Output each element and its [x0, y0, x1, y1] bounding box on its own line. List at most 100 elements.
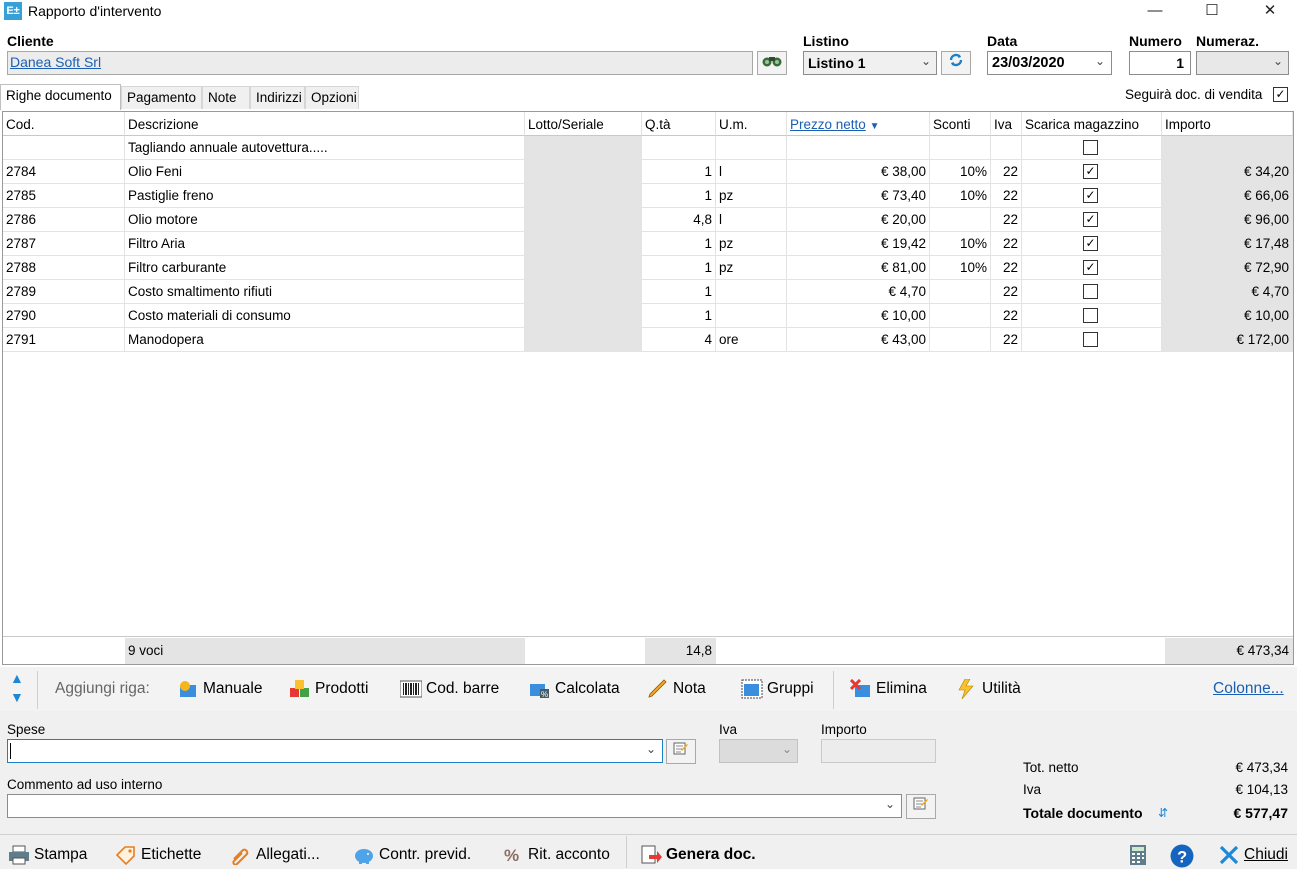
cell-sconti[interactable] — [930, 208, 991, 231]
cell-descr[interactable]: Manodopera — [125, 328, 525, 351]
arrow-up-icon[interactable]: ▲ — [10, 671, 24, 686]
cell-descr[interactable]: Pastiglie freno — [125, 184, 525, 207]
seguira-checkbox[interactable]: ✓ — [1273, 87, 1288, 102]
cell-importo[interactable]: € 34,20 — [1162, 160, 1293, 183]
table-row[interactable]: 2789 Costo smaltimento rifiuti 1 € 4,70 22 € … — [3, 280, 1293, 304]
cell-sconti[interactable] — [930, 328, 991, 351]
table-row[interactable]: 2786 Olio motore 4,8 l € 20,00 22 ✓ € 96,00 — [3, 208, 1293, 232]
recalc-icon[interactable]: ⇵ — [1158, 806, 1168, 820]
cell-iva[interactable] — [991, 136, 1022, 159]
cell-descr[interactable]: Olio motore — [125, 208, 525, 231]
cell-lotto[interactable] — [525, 184, 642, 207]
table-row[interactable]: 2788 Filtro carburante 1 pz € 81,00 10% 22 ✓ € 7… — [3, 256, 1293, 280]
genera-doc-button[interactable]: Genera doc. — [640, 844, 756, 866]
cell-um[interactable] — [716, 304, 787, 327]
table-row[interactable]: 2791 Manodopera 4 ore € 43,00 22 € 172,00 — [3, 328, 1293, 352]
spese-edit-button[interactable] — [666, 739, 696, 764]
cell-cod[interactable]: 2791 — [3, 328, 125, 351]
cell-qta[interactable]: 1 — [642, 232, 716, 255]
cell-descr[interactable]: Filtro carburante — [125, 256, 525, 279]
numeraz-select[interactable]: ⌄ — [1196, 51, 1289, 75]
elimina-button[interactable]: Elimina — [850, 676, 927, 702]
cell-descr[interactable]: Costo smaltimento rifiuti — [125, 280, 525, 303]
cell-lotto[interactable] — [525, 160, 642, 183]
cell-lotto[interactable] — [525, 256, 642, 279]
cell-qta[interactable]: 1 — [642, 256, 716, 279]
cell-cod[interactable]: 2788 — [3, 256, 125, 279]
cell-lotto[interactable] — [525, 136, 642, 159]
manuale-button[interactable]: Manuale — [177, 676, 262, 702]
utilita-button[interactable]: Utilità — [956, 676, 1021, 702]
cell-scarica[interactable]: ✓ — [1022, 232, 1162, 255]
calcolata-button[interactable]: % Calcolata — [529, 676, 620, 702]
cell-qta[interactable]: 1 — [642, 304, 716, 327]
cell-iva[interactable]: 22 — [991, 208, 1022, 231]
cell-prezzo[interactable]: € 38,00 — [787, 160, 930, 183]
listino-select[interactable]: Listino 1 ⌄ — [803, 51, 937, 75]
cell-sconti[interactable]: 10% — [930, 184, 991, 207]
cell-qta[interactable]: 4,8 — [642, 208, 716, 231]
prodotti-button[interactable]: Prodotti — [289, 676, 368, 702]
importo-spese-field[interactable] — [821, 739, 936, 763]
cell-lotto[interactable] — [525, 304, 642, 327]
tab-note[interactable]: Note — [202, 86, 250, 109]
cell-prezzo[interactable]: € 43,00 — [787, 328, 930, 351]
cod-barre-button[interactable]: Cod. barre — [400, 676, 499, 702]
cell-iva[interactable]: 22 — [991, 280, 1022, 303]
cell-prezzo[interactable] — [787, 136, 930, 159]
close-window-button[interactable]: ✕ — [1247, 0, 1293, 22]
cell-sconti[interactable] — [930, 136, 991, 159]
cell-scarica[interactable] — [1022, 280, 1162, 303]
cell-cod[interactable] — [3, 136, 125, 159]
cell-um[interactable]: l — [716, 208, 787, 231]
iva-spese-select[interactable]: ⌄ — [719, 739, 798, 763]
col-header-um[interactable]: U.m. — [716, 112, 787, 136]
cell-descr[interactable]: Filtro Aria — [125, 232, 525, 255]
rit-acconto-button[interactable]: % Rit. acconto — [502, 844, 610, 866]
cell-iva[interactable]: 22 — [991, 328, 1022, 351]
tab-pagamento[interactable]: Pagamento — [121, 86, 202, 109]
scarica-magazzino-checkbox[interactable]: ✓ — [1083, 236, 1098, 251]
col-header-iva[interactable]: Iva — [991, 112, 1022, 136]
cell-qta[interactable]: 1 — [642, 160, 716, 183]
colonne-link[interactable]: Colonne... — [1213, 676, 1284, 702]
cell-qta[interactable]: 1 — [642, 184, 716, 207]
cell-lotto[interactable] — [525, 232, 642, 255]
cell-descr[interactable]: Costo materiali di consumo — [125, 304, 525, 327]
cell-iva[interactable]: 22 — [991, 184, 1022, 207]
tab-opzioni[interactable]: Opzioni — [305, 86, 359, 109]
spese-input[interactable]: ⌄ — [7, 739, 663, 763]
cell-importo[interactable]: € 4,70 — [1162, 280, 1293, 303]
help-button[interactable]: ? — [1170, 844, 1198, 868]
allegati-button[interactable]: Allegati... — [230, 844, 320, 866]
cell-scarica[interactable] — [1022, 136, 1162, 159]
cell-scarica[interactable]: ✓ — [1022, 160, 1162, 183]
numero-field[interactable]: 1 — [1129, 51, 1191, 75]
cliente-field[interactable] — [7, 51, 753, 75]
cell-importo[interactable]: € 17,48 — [1162, 232, 1293, 255]
col-header-descrizione[interactable]: Descrizione — [125, 112, 525, 136]
move-row-buttons[interactable]: ▲ ▼ — [10, 671, 24, 705]
cell-sconti[interactable] — [930, 280, 991, 303]
cell-lotto[interactable] — [525, 208, 642, 231]
cell-importo[interactable]: € 10,00 — [1162, 304, 1293, 327]
cell-scarica[interactable]: ✓ — [1022, 256, 1162, 279]
nota-button[interactable]: Nota — [647, 676, 706, 702]
cell-prezzo[interactable]: € 20,00 — [787, 208, 930, 231]
cell-importo[interactable]: € 66,06 — [1162, 184, 1293, 207]
commento-input[interactable]: ⌄ — [7, 794, 902, 818]
cell-scarica[interactable] — [1022, 328, 1162, 351]
cliente-link[interactable]: Danea Soft Srl — [10, 54, 101, 70]
scarica-magazzino-checkbox[interactable]: ✓ — [1083, 260, 1098, 275]
cell-importo[interactable]: € 72,90 — [1162, 256, 1293, 279]
cell-um[interactable] — [716, 280, 787, 303]
scarica-magazzino-checkbox[interactable]: ✓ — [1083, 188, 1098, 203]
cell-um[interactable]: l — [716, 160, 787, 183]
search-cliente-button[interactable] — [757, 51, 787, 75]
cell-descr[interactable]: Olio Feni — [125, 160, 525, 183]
table-row[interactable]: 2790 Costo materiali di consumo 1 € 10,00 22… — [3, 304, 1293, 328]
cell-cod[interactable]: 2784 — [3, 160, 125, 183]
cell-iva[interactable]: 22 — [991, 304, 1022, 327]
cell-cod[interactable]: 2786 — [3, 208, 125, 231]
cell-cod[interactable]: 2789 — [3, 280, 125, 303]
